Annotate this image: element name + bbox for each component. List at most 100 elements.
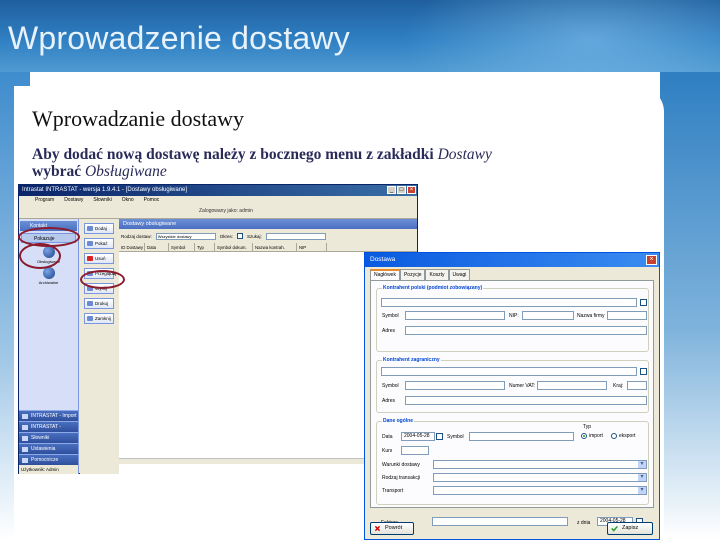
- col-symbol[interactable]: Symbol: [169, 243, 195, 251]
- app-titlebar: Intrastat INTRASTAT - wersja 1.9.4.1 - […: [19, 185, 417, 196]
- menu-pomoc[interactable]: Pomoc: [144, 196, 160, 204]
- highlight-ring-obslugiwane: [19, 243, 61, 269]
- polish-nip-label: NIP:: [509, 313, 519, 319]
- foreign-address-label: Adres: [382, 398, 396, 404]
- tab-koszty[interactable]: Koszty: [425, 269, 449, 280]
- polish-address-label: Adres: [382, 328, 396, 334]
- slide-header: Wprowadzenie dostawy: [0, 0, 720, 72]
- close-icon[interactable]: ×: [407, 186, 416, 194]
- menu-dostawy[interactable]: Dostawy: [64, 196, 83, 204]
- dialog-body: Kontrahent polski (podmiot zobowiązany) …: [370, 280, 654, 526]
- rate-label: Kurs: [382, 448, 393, 454]
- menu-slowniki[interactable]: Słowniki: [93, 196, 111, 204]
- right-decoration: [660, 72, 720, 540]
- radio-import[interactable]: [581, 433, 587, 439]
- transaction-label: Rodzaj transakcji: [382, 475, 421, 481]
- print-button[interactable]: Drukuj: [84, 298, 114, 309]
- group-foreign-contractor: Kontrahent zagraniczny Symbol Numer VAT:…: [376, 357, 649, 413]
- col-typ[interactable]: Typ: [195, 243, 215, 251]
- date-input[interactable]: 2004-05-28: [401, 432, 435, 441]
- instruction-em-dostawy: Dostawy: [437, 146, 492, 163]
- maximize-icon[interactable]: □: [397, 186, 406, 194]
- transaction-select[interactable]: [433, 473, 647, 482]
- from-date-label: z dnia: [577, 520, 591, 526]
- slide-title: Wprowadzenie dostawy: [8, 20, 350, 56]
- col-id[interactable]: ID Dostawy: [119, 243, 145, 251]
- polish-nip-extra-label: Nazwa firmy: [577, 313, 605, 319]
- search-input[interactable]: [265, 232, 326, 240]
- col-symbol-dok[interactable]: Symbol dokum.: [215, 243, 253, 251]
- polish-symbol-label: Symbol: [382, 313, 399, 319]
- toolbar-vertical: Dodaj Pokaż Usuń Przeglądaj Wyślij Druku…: [80, 219, 119, 474]
- tab-naglowek[interactable]: Nagłówek: [370, 269, 400, 280]
- tab-uwagi[interactable]: Uwagi: [448, 269, 471, 280]
- delete-button[interactable]: Usuń: [84, 253, 114, 264]
- menu-program[interactable]: Program: [35, 196, 54, 204]
- dialog-titlebar: Dostawa ×: [365, 253, 659, 267]
- filter-bar: Rodzaj dostaw: Wszystkie dostawy Okres: …: [119, 229, 417, 243]
- sidebar-nav-slowniki[interactable]: Słowniki: [19, 432, 78, 443]
- sidebar-nav-import[interactable]: INTRASTAT - Import: [19, 410, 78, 421]
- date-picker-icon[interactable]: [436, 433, 443, 440]
- foreign-name-input[interactable]: [381, 367, 637, 376]
- instruction-text: Aby dodać nową dostawę należy z bocznego…: [32, 146, 642, 180]
- add-button[interactable]: Dodaj: [84, 223, 114, 234]
- conditions-select[interactable]: [433, 460, 647, 469]
- polish-lookup-checkbox[interactable]: [640, 299, 647, 306]
- close-button[interactable]: Zamknij: [84, 313, 114, 324]
- instruction-em-obslugiwane: Obsługiwane: [84, 163, 167, 180]
- polish-symbol-input[interactable]: [405, 311, 505, 320]
- type-select[interactable]: Wszystkie dostawy: [155, 232, 216, 240]
- grid-header: ID Dostawy Data Symbol Typ Symbol dokum.…: [119, 243, 417, 252]
- foreign-vat-input[interactable]: [537, 381, 607, 390]
- highlight-ring-add: [80, 270, 125, 289]
- user-label: Zalogowany jako: admin: [199, 208, 253, 214]
- type-label: Rodzaj dostaw:: [121, 233, 152, 239]
- transport-select[interactable]: [433, 486, 647, 495]
- col-nazwa[interactable]: Nazwa kontrah.: [253, 243, 297, 251]
- archiwalne-icon[interactable]: [42, 267, 55, 279]
- sidebar-nav-pomocnicze[interactable]: Pomocnicze: [19, 454, 78, 465]
- foreign-country-input[interactable]: [627, 381, 647, 390]
- type-label: Typ: [583, 424, 592, 430]
- col-data[interactable]: Data: [145, 243, 169, 251]
- sidebar-nav-ustawienia[interactable]: Ustawienia: [19, 443, 78, 454]
- sidebar-nav-eksport[interactable]: INTRASTAT - Eksport: [19, 421, 78, 441]
- menu-okno[interactable]: Okno: [122, 196, 134, 204]
- foreign-lookup-checkbox[interactable]: [640, 368, 647, 375]
- rate-input[interactable]: [401, 446, 429, 455]
- status-user: Użytkownik: Admin: [19, 465, 78, 474]
- symbol-input[interactable]: [469, 432, 574, 441]
- polish-nip-extra-input[interactable]: [607, 311, 647, 320]
- radio-import-label: import: [589, 433, 603, 439]
- foreign-address-input[interactable]: [405, 396, 647, 405]
- menu-bar: Program Dostawy Słowniki Okno Pomoc: [19, 196, 417, 204]
- polish-name-input[interactable]: [381, 298, 637, 307]
- back-button[interactable]: Powrót: [370, 522, 414, 535]
- period-label: Okres:: [219, 233, 234, 239]
- dialog-title: Dostawa: [370, 256, 396, 263]
- legend-foreign: Kontrahent zagraniczny: [382, 357, 441, 363]
- polish-address-input[interactable]: [405, 326, 647, 335]
- save-button-label: Zapisz: [622, 525, 639, 531]
- period-checkbox[interactable]: [237, 233, 244, 239]
- col-nip[interactable]: NIP: [297, 243, 327, 251]
- invoice-input[interactable]: [432, 517, 568, 526]
- foreign-symbol-input[interactable]: [405, 381, 505, 390]
- tab-pozycje[interactable]: Pozycje: [399, 269, 426, 280]
- dialog-close-icon[interactable]: ×: [646, 255, 657, 265]
- instruction-line1: Aby dodać nową dostawę należy z bocznego…: [32, 146, 438, 163]
- panel-title: Dostawy obsługiwane: [119, 219, 417, 229]
- sidebar-caption-archiwalne[interactable]: Archiwalne: [19, 280, 78, 285]
- foreign-country-label: Kraj:: [613, 383, 624, 389]
- window-controls: _ □ ×: [387, 186, 416, 194]
- polish-nip-input[interactable]: [522, 311, 574, 320]
- back-icon: [374, 525, 381, 532]
- sidebar-nav: INTRASTAT - Import INTRASTAT - Eksport S…: [19, 410, 78, 474]
- conditions-label: Warunki dostawy: [382, 462, 420, 468]
- radio-export[interactable]: [611, 433, 617, 439]
- minimize-icon[interactable]: _: [387, 186, 396, 194]
- show-button[interactable]: Pokaż: [84, 238, 114, 249]
- save-button[interactable]: Zapisz: [607, 522, 653, 535]
- date-label: Data: [382, 434, 393, 440]
